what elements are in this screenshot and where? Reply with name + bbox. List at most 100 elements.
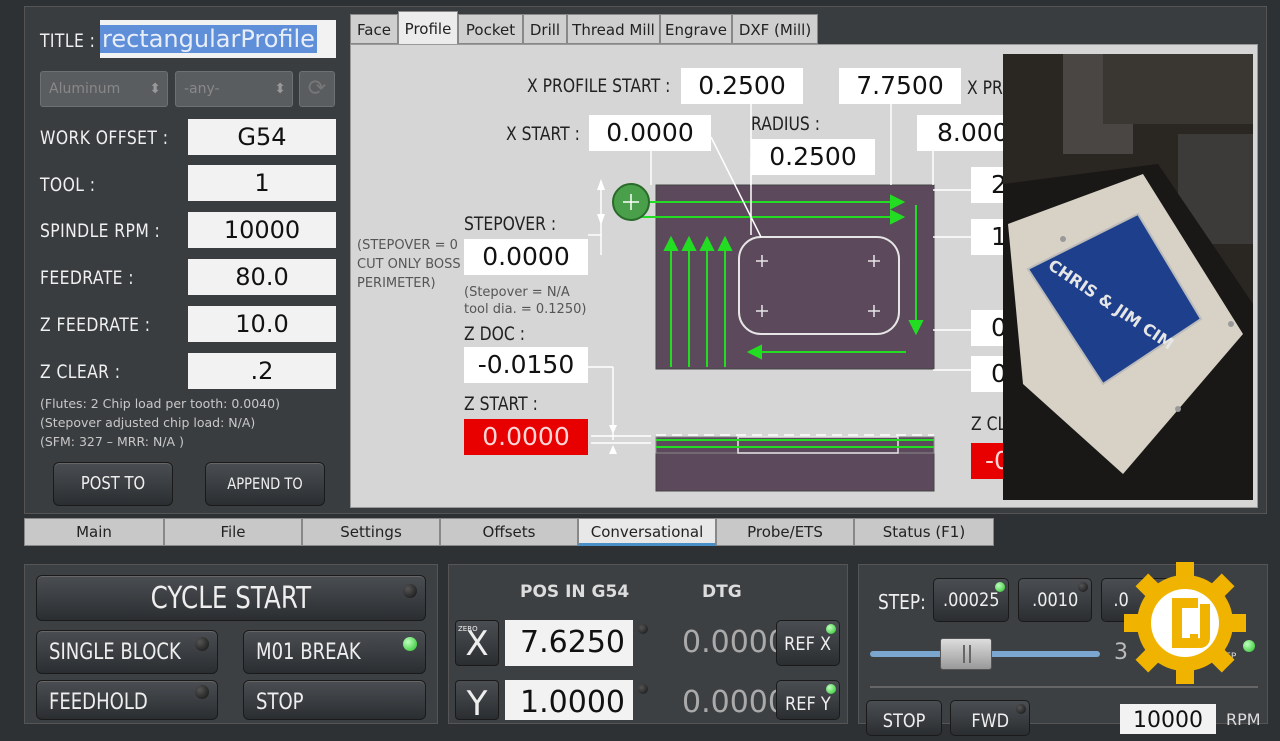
video-overlay: CHRIS & JIM CIM xyxy=(1003,54,1253,500)
single-block-button[interactable]: SINGLE BLOCK xyxy=(36,630,218,674)
tab-conversational[interactable]: Conversational xyxy=(578,518,716,546)
step-0010-led xyxy=(1078,582,1088,592)
x-profile-start-label: X PROFILE START : xyxy=(527,75,671,97)
spindle-fwd-label: FWD xyxy=(971,710,1009,732)
tab-settings[interactable]: Settings xyxy=(302,518,440,546)
cycle-start-label: CYCLE START xyxy=(150,581,312,616)
x-profile-start-field[interactable]: 0.2500 xyxy=(681,68,803,104)
material-select-value: Aluminum xyxy=(49,81,121,97)
step-00025-label: .00025 xyxy=(942,589,1000,611)
step-00025-button[interactable]: .00025 xyxy=(933,578,1009,622)
ref-y-label: REF Y xyxy=(785,693,831,715)
m01-break-button[interactable]: M01 BREAK xyxy=(243,630,426,674)
material-select[interactable]: Aluminum ⬍ xyxy=(40,71,168,107)
spindle-rpm-display[interactable]: 10000 xyxy=(1120,704,1216,734)
m01-break-label: M01 BREAK xyxy=(256,640,361,665)
x-pos-field[interactable]: 7.6250 xyxy=(505,620,633,666)
tab-profile[interactable]: Profile xyxy=(398,11,458,45)
tab-drill[interactable]: Drill xyxy=(523,14,567,44)
spindle-rpm-field[interactable]: 10000 xyxy=(188,212,336,248)
pos-header: POS IN G54 xyxy=(520,582,630,602)
tool-field[interactable]: 1 xyxy=(188,165,336,201)
append-to-file-button[interactable]: APPEND TO FILE xyxy=(205,462,325,535)
spindle-stop-label: STOP xyxy=(882,710,926,732)
tab-probe-ets[interactable]: Probe/ETS xyxy=(716,518,854,546)
any-select[interactable]: -any- ⬍ xyxy=(175,71,293,107)
zero-y-button[interactable]: Y xyxy=(455,680,499,724)
x-start-field[interactable]: 0.0000 xyxy=(589,115,711,151)
tab-dxf-mill[interactable]: DXF (Mill) xyxy=(732,14,818,44)
tab-face[interactable]: Face xyxy=(350,14,398,44)
boss-outline xyxy=(738,236,900,335)
work-offset-field[interactable]: G54 xyxy=(188,119,336,155)
z-feedrate-field[interactable]: 10.0 xyxy=(188,306,336,342)
updown-icon: ⬍ xyxy=(149,81,161,97)
ref-x-button[interactable]: REF X xyxy=(776,620,840,666)
x-dtg-value: 0.0000 xyxy=(682,625,787,660)
stepover-na-note-1: (Stepover = N/A xyxy=(464,285,570,300)
post-to-file-button[interactable]: POST TO FILE xyxy=(53,462,173,536)
tab-pocket[interactable]: Pocket xyxy=(458,14,523,44)
z-doc-field[interactable]: -0.0150 xyxy=(464,347,588,383)
tab-engrave[interactable]: Engrave xyxy=(660,14,732,44)
feedhold-led xyxy=(195,685,209,699)
single-block-led xyxy=(195,637,209,651)
any-select-value: -any- xyxy=(184,81,220,97)
spindle-stop-button[interactable]: STOP xyxy=(866,700,942,736)
feed-slider-handle[interactable] xyxy=(940,638,992,670)
gear-logo-icon xyxy=(1124,562,1246,684)
tab-file[interactable]: File xyxy=(164,518,302,546)
step-0010-label: .0010 xyxy=(1031,589,1079,611)
title-input[interactable]: rectangularProfile xyxy=(100,20,336,58)
y-pos-led xyxy=(638,684,648,694)
y-pos-field[interactable]: 1.0000 xyxy=(505,680,633,720)
step-0010-button[interactable]: .0010 xyxy=(1018,578,1092,622)
ref-y-led xyxy=(826,684,836,694)
z-clear-label: Z CLEAR : xyxy=(40,361,121,383)
stop-button[interactable]: STOP xyxy=(243,680,426,720)
z-doc-label: Z DOC : xyxy=(464,323,525,345)
tab-main[interactable]: Main xyxy=(24,518,164,546)
feedrate-field[interactable]: 80.0 xyxy=(188,259,336,295)
z-start-field[interactable]: 0.0000 xyxy=(464,419,588,455)
y-axis-letter: Y xyxy=(466,684,488,724)
stepover-zero-note-1: (STEPOVER = 0 xyxy=(357,238,458,253)
y-dtg-value: 0.0000 xyxy=(682,685,787,720)
spindle-rpm-label: SPINDLE RPM : xyxy=(40,220,161,242)
feedhold-button[interactable]: FEEDHOLD xyxy=(36,680,218,720)
z-start-label: Z START : xyxy=(464,393,538,415)
radius-field[interactable]: 0.2500 xyxy=(751,139,875,175)
title-label: TITLE : xyxy=(40,30,96,52)
tab-thread-mill[interactable]: Thread Mill xyxy=(567,14,660,44)
stock-side-view xyxy=(655,452,935,492)
step-label: STEP: xyxy=(878,590,926,614)
step-00025-led xyxy=(995,582,1005,592)
ref-y-button[interactable]: REF Y xyxy=(776,680,840,720)
dimension-arrowheads xyxy=(597,179,617,454)
spindle-fwd-led xyxy=(1016,704,1026,714)
sfm-mrr-note: (SFM: 327 – MRR: N/A ) xyxy=(40,434,184,449)
zero-x-button[interactable]: ZERO X xyxy=(455,620,499,666)
radius-label: RADIUS : xyxy=(751,113,820,135)
z-feedrate-label: Z FEEDRATE : xyxy=(40,314,151,336)
x-profile-end-label: X PR xyxy=(967,77,1003,99)
z-clear-diagram-label: Z CL xyxy=(971,413,1007,435)
z-clear-field[interactable]: .2 xyxy=(188,353,336,389)
work-offset-label: WORK OFFSET : xyxy=(40,127,169,149)
tab-offsets[interactable]: Offsets xyxy=(440,518,578,546)
spindle-fwd-button[interactable]: FWD xyxy=(950,700,1030,736)
channel-logo xyxy=(1120,558,1250,688)
cycle-start-button[interactable]: CYCLE START xyxy=(36,575,426,621)
stepover-zero-note-3: PERIMETER) xyxy=(357,276,436,291)
machine-photo: CHRIS & JIM CIM xyxy=(1003,54,1253,500)
stepover-field[interactable]: 0.0000 xyxy=(464,239,588,275)
zero-label: ZERO xyxy=(458,625,478,633)
tab-status[interactable]: Status (F1) xyxy=(854,518,994,546)
x-end-field[interactable]: 8.000 xyxy=(917,115,1017,151)
m01-break-led xyxy=(403,637,417,651)
single-block-label: SINGLE BLOCK xyxy=(49,640,181,665)
cycle-start-led xyxy=(403,584,417,598)
x-profile-end-field[interactable]: 7.7500 xyxy=(839,68,961,104)
tool-label: TOOL : xyxy=(40,174,96,196)
refresh-icon[interactable]: ⟳ xyxy=(299,71,335,107)
